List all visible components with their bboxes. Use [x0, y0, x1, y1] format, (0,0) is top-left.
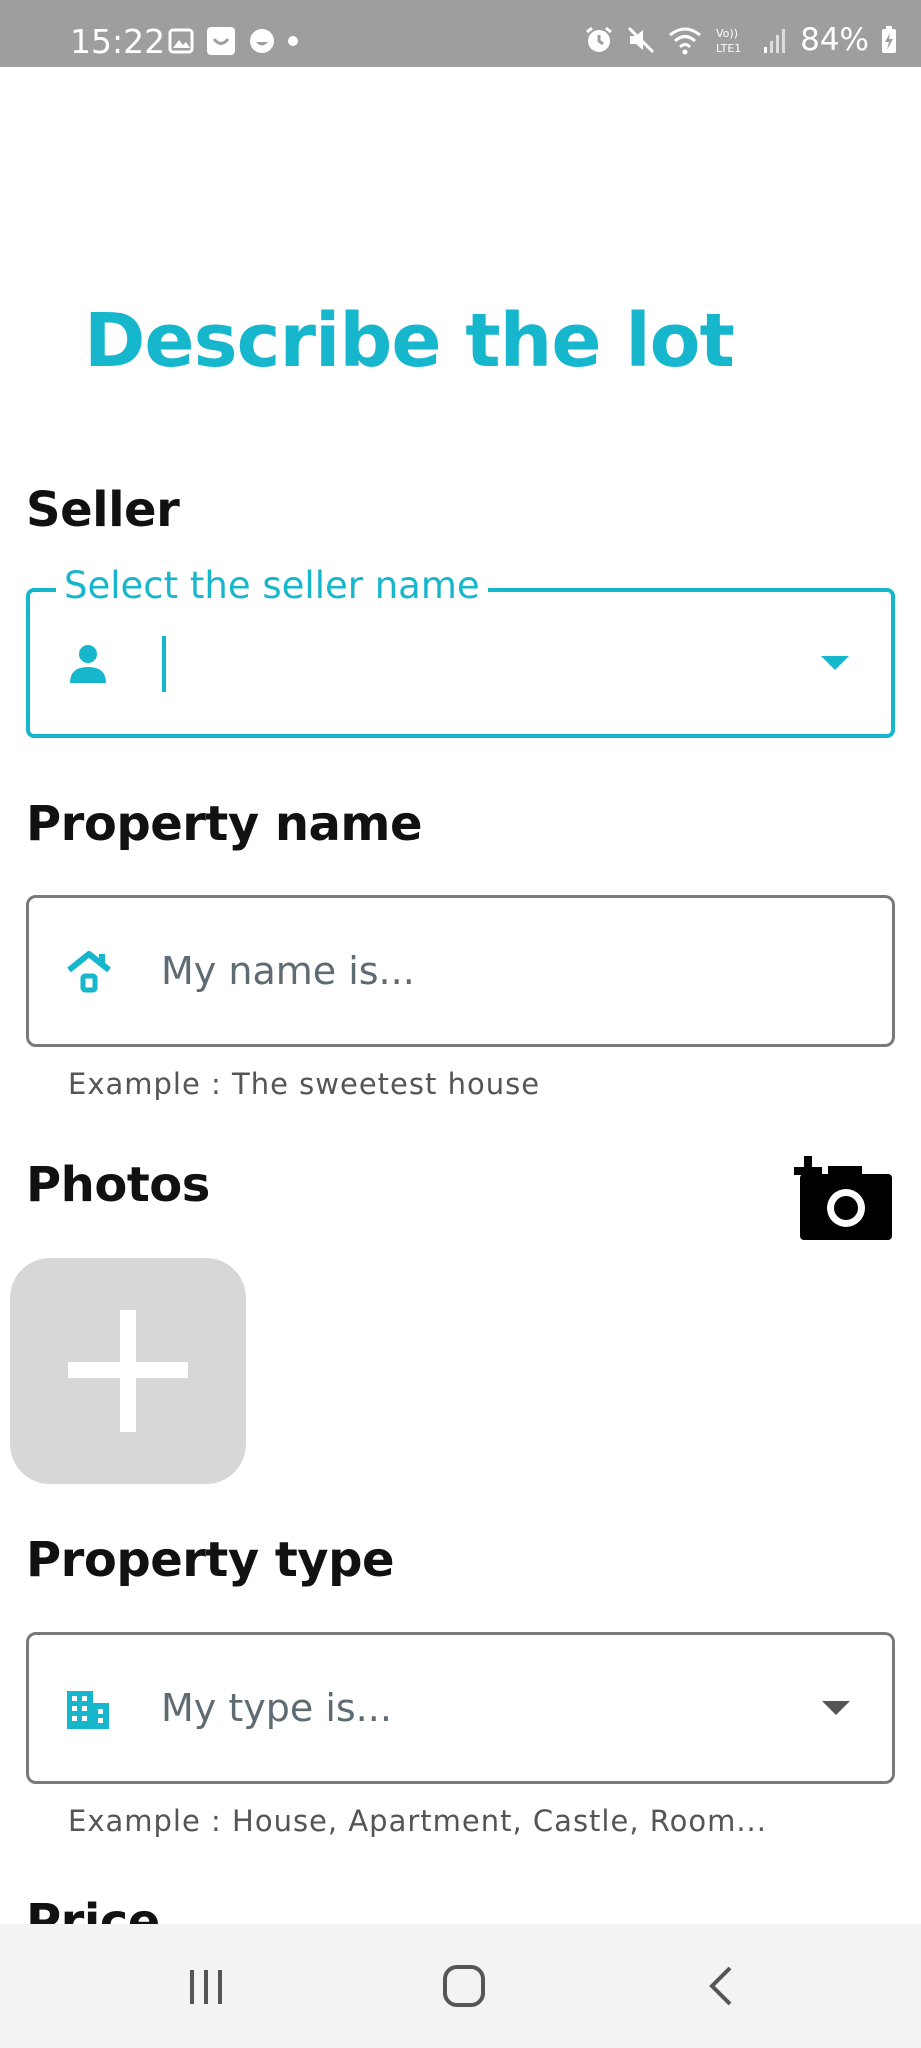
emoji-icon	[250, 29, 274, 53]
seller-field-label: Select the seller name	[56, 564, 488, 607]
signal-icon	[764, 29, 786, 53]
back-button[interactable]	[660, 1924, 780, 2048]
svg-text:LTE1: LTE1	[716, 42, 741, 55]
mute-icon	[628, 26, 655, 54]
seller-section-label: Seller	[26, 482, 180, 538]
property-name-section-label: Property name	[26, 796, 423, 852]
svg-text:Vo)): Vo))	[716, 27, 738, 40]
property-type-placeholder: My type is...	[161, 1686, 392, 1730]
add-photo-tile[interactable]	[10, 1258, 246, 1484]
home-icon	[443, 1965, 485, 2007]
dropdown-arrow-icon[interactable]	[822, 1701, 850, 1715]
notification-icon	[207, 27, 235, 55]
property-type-helper-text: Example : House, Apartment, Castle, Room…	[68, 1804, 767, 1838]
navigation-bar	[0, 1924, 921, 2048]
page-title: Describe the lot	[84, 298, 735, 384]
plus-icon-bar	[68, 1362, 188, 1378]
volte-icon: Vo)) LTE1	[716, 27, 741, 55]
status-bar: 15:22 Vo)) LTE1 84%	[0, 0, 921, 67]
property-type-section-label: Property type	[26, 1532, 395, 1588]
property-name-helper-text: Example : The sweetest house	[68, 1067, 541, 1101]
status-system-icons: Vo)) LTE1 84%	[584, 22, 897, 58]
wifi-icon	[669, 27, 702, 55]
text-cursor	[162, 636, 166, 692]
add-a-photo-icon[interactable]	[792, 1156, 892, 1242]
dropdown-arrow-icon[interactable]	[821, 656, 849, 670]
property-type-select[interactable]: My type is...	[26, 1632, 895, 1784]
battery-charging-icon	[882, 26, 896, 53]
recent-apps-icon	[190, 1970, 222, 2004]
property-name-placeholder: My name is...	[161, 949, 415, 993]
photos-section-label: Photos	[26, 1157, 210, 1213]
building-icon	[67, 1691, 109, 1729]
status-time: 15:22	[70, 22, 166, 61]
property-name-input[interactable]: My name is...	[26, 895, 895, 1047]
battery-percentage: 84%	[800, 22, 869, 58]
back-icon	[709, 1966, 732, 2006]
person-icon	[70, 645, 106, 683]
house-icon	[67, 951, 111, 993]
alarm-icon	[586, 26, 613, 52]
seller-select-field[interactable]: Select the seller name	[26, 564, 895, 738]
gallery-icon	[168, 28, 194, 54]
status-notification-icons	[168, 26, 298, 56]
recent-apps-button[interactable]	[146, 1924, 266, 2048]
home-button[interactable]	[404, 1924, 524, 2048]
dot-icon	[288, 36, 298, 46]
